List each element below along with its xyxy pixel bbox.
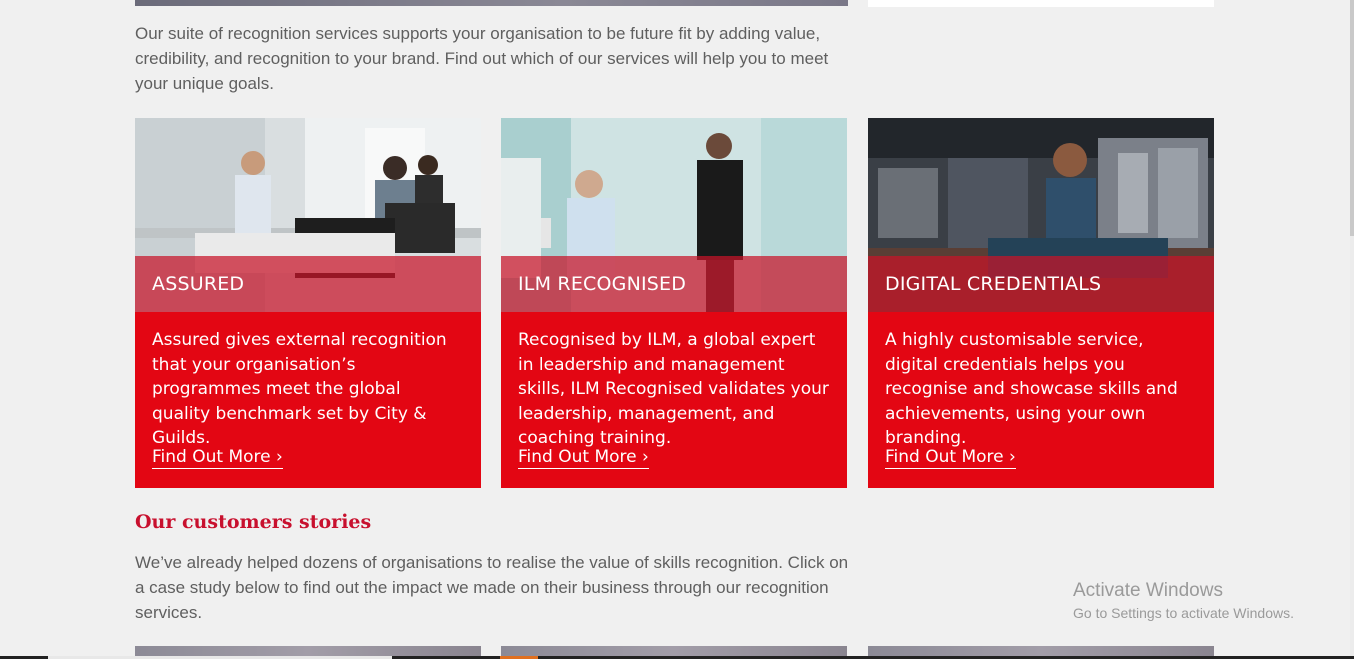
find-out-more-link-digital-credentials[interactable]: Find Out More ›: [885, 447, 1016, 469]
card-description-assured: Assured gives external recognition that …: [152, 330, 447, 448]
services-intro-text: Our suite of recognition services suppor…: [135, 24, 829, 93]
card-description-ilm-recognised: Recognised by ILM, a global expert in le…: [518, 330, 829, 448]
windows-activation-watermark: Activate Windows Go to Settings to activ…: [1073, 580, 1294, 621]
card-image-digital-credentials: DIGITAL CREDENTIALS: [868, 118, 1214, 312]
service-card-ilm-recognised[interactable]: ILM RECOGNISED Recognised by ILM, a glob…: [501, 118, 847, 488]
card-image-assured: ASSURED: [135, 118, 481, 312]
customer-stories-heading: Our customers stories: [135, 511, 372, 533]
card-description-digital-credentials: A highly customisable service, digital c…: [885, 330, 1178, 448]
previous-section-image: [135, 0, 848, 6]
card-image-ilm-recognised: ILM RECOGNISED: [501, 118, 847, 312]
card-title-digital-credentials: DIGITAL CREDENTIALS: [885, 273, 1102, 295]
watermark-subtitle: Go to Settings to activate Windows.: [1073, 605, 1294, 621]
scrollbar-thumb[interactable]: [1350, 0, 1354, 236]
card-title-ilm-recognised: ILM RECOGNISED: [518, 273, 687, 295]
find-out-more-link-ilm-recognised[interactable]: Find Out More ›: [518, 447, 649, 469]
service-card-assured[interactable]: ASSURED Assured gives external recogniti…: [135, 118, 481, 488]
service-card-digital-credentials[interactable]: DIGITAL CREDENTIALS A highly customisabl…: [868, 118, 1214, 488]
find-out-more-link-assured[interactable]: Find Out More ›: [152, 447, 283, 469]
previous-section-panel: [868, 0, 1214, 7]
customer-stories-intro-text: We’ve already helped dozens of organisat…: [135, 553, 849, 622]
watermark-title: Activate Windows: [1073, 580, 1223, 601]
card-title-assured: ASSURED: [152, 273, 245, 295]
